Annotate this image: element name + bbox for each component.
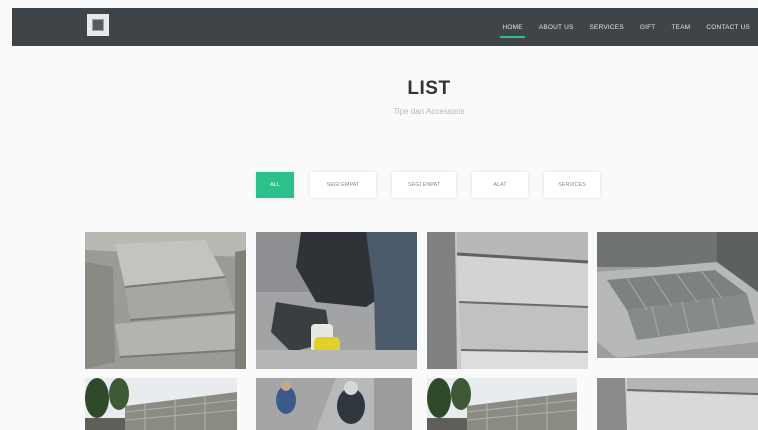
block-wall-outdoor-photo <box>427 378 577 430</box>
page-subtitle: Tipe dan Accessoris <box>393 107 465 116</box>
gallery-item-wall-outdoor-2[interactable] <box>427 378 577 430</box>
gallery-item-paving-stack[interactable] <box>85 232 246 369</box>
main-nav: HOME ABOUT US SERVICES GIFT TEAM CONTACT… <box>500 8 750 46</box>
nav-services[interactable]: SERVICES <box>590 24 624 31</box>
worker-laying-blocks-photo <box>256 232 417 369</box>
nav-team[interactable]: TEAM <box>671 24 690 31</box>
logo-icon <box>92 19 104 31</box>
filter-segi-enpat-button[interactable]: SEGI ENPAT <box>392 172 456 198</box>
concrete-slab-photo <box>597 378 758 430</box>
nav-contact-us[interactable]: CONTACT US <box>706 24 750 31</box>
gallery-item-wall-outdoor-1[interactable] <box>85 378 237 430</box>
page-title: LIST <box>407 78 451 99</box>
paving-blocks-stack-photo <box>85 232 246 369</box>
gallery-item-worker[interactable] <box>256 232 417 369</box>
nav-home[interactable]: HOME <box>500 24 526 38</box>
filter-bar: ALL SEGI EMPAT SEGI ENPAT ALAT SERVICES <box>256 172 600 198</box>
filter-services-button[interactable]: SERVICES <box>544 172 600 198</box>
gallery-item-block-closeup[interactable] <box>427 232 588 369</box>
logo[interactable] <box>87 14 109 36</box>
gallery-item-block-pallet[interactable] <box>597 232 758 358</box>
filter-segi-empat-button[interactable]: SEGI EMPAT <box>310 172 376 198</box>
gallery-item-workers-wall[interactable] <box>256 378 412 430</box>
filter-alat-button[interactable]: ALAT <box>472 172 528 198</box>
top-navbar: HOME ABOUT US SERVICES GIFT TEAM CONTACT… <box>12 8 758 46</box>
block-wall-outdoor-photo <box>85 378 237 430</box>
block-pallet-photo <box>597 232 758 358</box>
page: HOME ABOUT US SERVICES GIFT TEAM CONTACT… <box>0 0 758 430</box>
concrete-block-closeup-photo <box>427 232 588 369</box>
nav-gift[interactable]: GIFT <box>640 24 656 31</box>
nav-about-us[interactable]: ABOUT US <box>539 24 574 31</box>
workers-building-wall-photo <box>256 378 412 430</box>
gallery-item-concrete-slab[interactable] <box>597 378 758 430</box>
filter-all-button[interactable]: ALL <box>256 172 294 198</box>
